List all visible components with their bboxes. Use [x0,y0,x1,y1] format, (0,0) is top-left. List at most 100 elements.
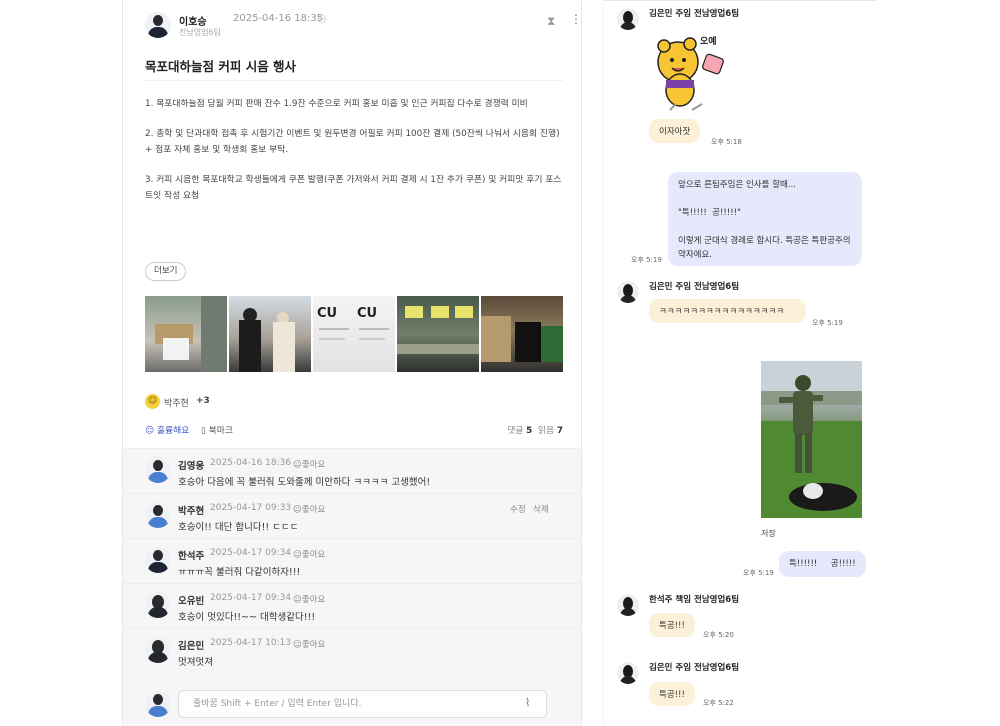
comment-date: 2025-04-17 10:13 [210,638,292,648]
chat-sender-name: 김은민 주임 전남영업6팀 [649,9,740,19]
post-card: 이호승 2025-04-16 18:35 전남영업6팀 ⚇ ⧗ ⋮ 목포대하늘점… [122,0,582,726]
comment-input[interactable] [178,690,547,718]
bookmark-label: 북마크 [208,426,233,436]
comment-date: 2025-04-17 09:34 [210,593,292,603]
comment-text: ㅠㅠㅠ꼭 불러줘 다같이하자!!! [178,567,301,578]
comment-date: 2025-04-16 18:36 [210,458,292,468]
chat-sender-name: 한석주 책임 전남영업6팀 [649,595,740,605]
chat-avatar[interactable] [617,594,639,616]
author-name[interactable]: 이호승 [179,13,207,28]
photo-strip: CU CU [145,296,563,372]
chat-avatar[interactable] [617,662,639,684]
commenter-name[interactable]: 박주현 [178,503,204,517]
comment-like-button[interactable]: ☺좋아요 [293,458,325,470]
comment-like-button[interactable]: ☺좋아요 [293,593,325,605]
hourglass-pin-icon[interactable]: ⧗ [547,14,555,29]
author-avatar[interactable] [145,12,171,38]
commenter-name[interactable]: 한석주 [178,548,204,562]
comment-edit-button[interactable]: 수정 [510,503,526,515]
comment-like-label: 좋아요 [301,505,326,515]
commenter-avatar[interactable] [145,457,171,483]
comments-count: 5 [526,426,533,436]
post-paragraph: 3. 커피 시음한 목포대학교 학생들에게 쿠폰 발행(쿠폰 가저와서 커피 결… [145,175,562,201]
comment-text: 호승이!! 대단 합니다!! ㄷㄷㄷ [178,522,299,533]
chat-avatar[interactable] [617,281,639,303]
comments-label: 댓글 [507,426,524,436]
comment-delete-button[interactable]: 삭제 [533,503,549,515]
chat-sender-name: 김은민 주임 전남영업6팀 [649,282,740,292]
post-date: 2025-04-16 18:35 [233,13,324,24]
comment-like-label: 좋아요 [301,640,326,650]
reads-count: 7 [556,426,563,436]
commenter-avatar[interactable] [145,637,171,663]
chat-top-border [603,0,877,1]
post-header: 이호승 2025-04-16 18:35 전남영업6팀 ⚇ ⧗ ⋮ [145,10,581,42]
chat-sender-name: 김은민 주임 전남영업6팀 [649,663,740,673]
post-actions: ☺ 훌륭해요 ▯ 북마크 댓글 5 읽음 7 [145,421,563,437]
post-body: 1. 목포대하늘점 당월 커피 판매 잔수 1.9잔 수준으로 커피 홍보 미흡… [145,96,565,218]
comment-item: 박주현 2025-04-17 09:33 ☺좋아요 수정 삭제 호승이!! 대단… [123,494,581,539]
save-link[interactable]: 저장 [761,528,776,539]
person-icon[interactable]: ⚇ [317,13,327,26]
comment-like-button[interactable]: ☺좋아요 [293,503,325,515]
comment-text: 호승이 멋있다!!~~ 대학생같다!!! [178,612,316,623]
post-paragraph: 1. 목포대하늘점 당월 커피 판매 잔수 1.9잔 수준으로 커피 홍보 미흡… [145,99,528,109]
comment-composer: ⌇ [123,683,581,726]
post-title: 목포대하늘점 커피 시음 행사 [145,59,297,74]
comment-text: 호승아 다음에 꼭 불러줘 도와줄께 미안하다 ㅋㅋㅋㅋ 고생했어! [178,477,431,488]
photo-thumbnail[interactable] [397,296,479,372]
more-vertical-icon[interactable]: ⋮ [570,12,581,26]
sticker-text: 오예 [700,37,717,47]
photo-thumbnail[interactable] [145,296,227,372]
author-team: 전남영업6팀 [179,28,221,37]
reactor-extra-count: +3 [196,396,210,406]
comment-date: 2025-04-17 09:34 [210,548,292,558]
commenter-name[interactable]: 김영웅 [178,458,204,472]
like-label: 훌륭해요 [156,426,190,436]
reactor-name: 박주현 [164,399,189,409]
comment-like-label: 좋아요 [301,460,326,470]
more-button[interactable]: 더보기 [145,262,187,281]
paperclip-icon[interactable]: ⌇ [525,696,530,709]
comment-item: 김은민 2025-04-17 10:13 ☺좋아요 멋져멋져 [123,629,581,674]
chat-message-incoming: 특공!!! [649,613,695,637]
sticker-image[interactable]: 오예 [650,32,732,114]
commenter-name[interactable]: 오유빈 [178,593,204,607]
comment-like-label: 좋아요 [301,595,326,605]
chat-time: 오후 5:18 [711,138,742,146]
photo-thumbnail[interactable] [481,296,563,372]
reads-label: 읽음 [537,426,555,436]
comment-list: 김영웅 2025-04-16 18:36 ☺좋아요 호승아 다음에 꼭 불러줘 … [123,448,581,683]
like-button[interactable]: ☺ 훌륭해요 [145,423,189,436]
bookmark-button[interactable]: ▯ 북마크 [201,423,233,436]
post-paragraph: 2. 총학 및 단과대학 접촉 후 시험기간 이벤트 및 원두변경 어필로 커피… [145,129,560,155]
commenter-name[interactable]: 김은민 [178,638,204,652]
photo-thumbnail[interactable]: CU CU [313,296,395,372]
photo-thumbnail[interactable] [229,296,311,372]
chat-avatar[interactable] [617,8,639,30]
chat-photo[interactable] [761,361,862,518]
commenter-avatar[interactable] [145,547,171,573]
comment-date: 2025-04-17 09:33 [210,503,292,513]
commenter-avatar[interactable] [145,592,171,618]
post-stats: 댓글 5 읽음 7 [507,423,563,436]
commenter-avatar[interactable] [145,502,171,528]
chat-message-outgoing: 특!!!!!! 공!!!!! [779,551,866,577]
comment-like-button[interactable]: ☺좋아요 [293,638,325,650]
comment-text: 멋져멋져 [178,657,213,668]
comment-item: 김영웅 2025-04-16 18:36 ☺좋아요 호승아 다음에 꼭 불러줘 … [123,449,581,494]
chat-message-outgoing: 앞으로 른팀주임은 인사를 할때... "특!!!!! 공!!!!!" 이렇게 … [668,172,862,266]
comment-item: 오유빈 2025-04-17 09:34 ☺좋아요 호승이 멋있다!!~~ 대학… [123,584,581,629]
chat-message-incoming: ㅋㅋㅋㅋㅋㅋㅋㅋㅋㅋㅋㅋㅋㅋㅋㅋ [649,299,806,323]
chat-message-incoming: 특공!!! [649,682,695,706]
chat-time: 오후 5:20 [703,631,734,639]
chat-time: 오후 5:22 [703,699,734,707]
comment-like-label: 좋아요 [301,550,326,560]
comment-item: 한석주 2025-04-17 09:34 ☺좋아요 ㅠㅠㅠ꼭 불러줘 다같이하자… [123,539,581,584]
chat-time: 오후 5:19 [743,569,774,577]
my-avatar [145,691,171,717]
chat-message-incoming: 이자아잣 [649,119,701,143]
comment-like-button[interactable]: ☺좋아요 [293,548,325,560]
smile-icon: ☺ [145,394,160,409]
chat-time: 오후 5:19 [812,319,843,327]
